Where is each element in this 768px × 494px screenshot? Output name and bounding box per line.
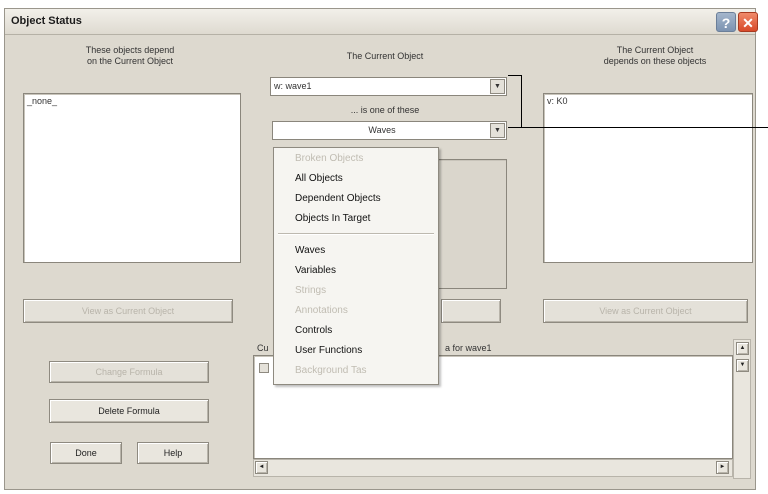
view-dependency-button[interactable]: View as Current Object — [543, 299, 748, 323]
menu-item-variables[interactable]: Variables — [295, 264, 336, 278]
scroll-right-icon[interactable]: ► — [716, 461, 729, 474]
menu-item-background-tasks[interactable]: Background Tas — [295, 364, 367, 378]
menu-item-controls[interactable]: Controls — [295, 324, 332, 338]
formula-checkbox[interactable] — [259, 363, 269, 373]
callout-line — [508, 127, 768, 128]
current-object-label: The Current Object — [346, 51, 424, 61]
object-type-value: Waves — [368, 125, 396, 135]
object-type-select[interactable]: Waves ▼ — [272, 121, 507, 140]
dependents-list[interactable]: _none_ — [23, 93, 241, 263]
menu-item-dependent-objects[interactable]: Dependent Objects — [295, 192, 381, 206]
view-dependent-button[interactable]: View as Current Object — [23, 299, 233, 323]
scroll-up-icon[interactable]: ▲ — [736, 342, 749, 355]
horizontal-scrollbar[interactable] — [253, 459, 733, 477]
help-icon[interactable]: ? — [716, 12, 736, 32]
dependencies-list[interactable]: v: K0 — [543, 93, 753, 263]
current-object-value: w: wave1 — [274, 81, 312, 91]
window-title: Object Status — [11, 15, 82, 27]
list-item[interactable]: _none_ — [27, 96, 237, 106]
list-item[interactable]: v: K0 — [547, 96, 749, 106]
is-one-of-label: ... is one of these — [350, 105, 420, 115]
help-button[interactable]: Help — [137, 442, 209, 464]
view-current-button-partial[interactable] — [441, 299, 501, 323]
objects-list-behind-menu[interactable] — [427, 159, 507, 289]
dependencies-label: The Current Object depends on these obje… — [603, 45, 707, 66]
callout-line — [521, 75, 522, 127]
scroll-left-icon[interactable]: ◄ — [255, 461, 268, 474]
chevron-down-icon[interactable]: ▼ — [490, 79, 505, 94]
done-button[interactable]: Done — [50, 442, 122, 464]
scroll-down-icon[interactable]: ▼ — [736, 359, 749, 372]
menu-item-user-functions[interactable]: User Functions — [295, 344, 362, 358]
object-type-menu: Broken Objects All Objects Dependent Obj… — [273, 147, 439, 385]
change-formula-button[interactable]: Change Formula — [49, 361, 209, 383]
current-object-select[interactable]: w: wave1 ▼ — [270, 77, 507, 96]
menu-item-broken-objects[interactable]: Broken Objects — [295, 152, 363, 166]
callout-line — [508, 75, 522, 76]
menu-item-waves[interactable]: Waves — [295, 244, 325, 258]
close-icon[interactable]: ✕ — [738, 12, 758, 32]
dependents-label: These objects depend on the Current Obje… — [85, 45, 175, 66]
menu-item-annotations[interactable]: Annotations — [295, 304, 348, 318]
menu-item-strings[interactable]: Strings — [295, 284, 326, 298]
delete-formula-button[interactable]: Delete Formula — [49, 399, 209, 423]
formula-label-end: a for wave1 — [445, 343, 492, 353]
title-bar[interactable]: Object Status ? ✕ — [5, 9, 758, 35]
menu-separator — [278, 233, 434, 235]
menu-item-all-objects[interactable]: All Objects — [295, 172, 343, 186]
menu-item-objects-in-target[interactable]: Objects In Target — [295, 212, 370, 226]
chevron-down-icon[interactable]: ▼ — [490, 123, 505, 138]
object-status-dialog: Object Status ? ✕ These objects depend o… — [4, 8, 758, 490]
